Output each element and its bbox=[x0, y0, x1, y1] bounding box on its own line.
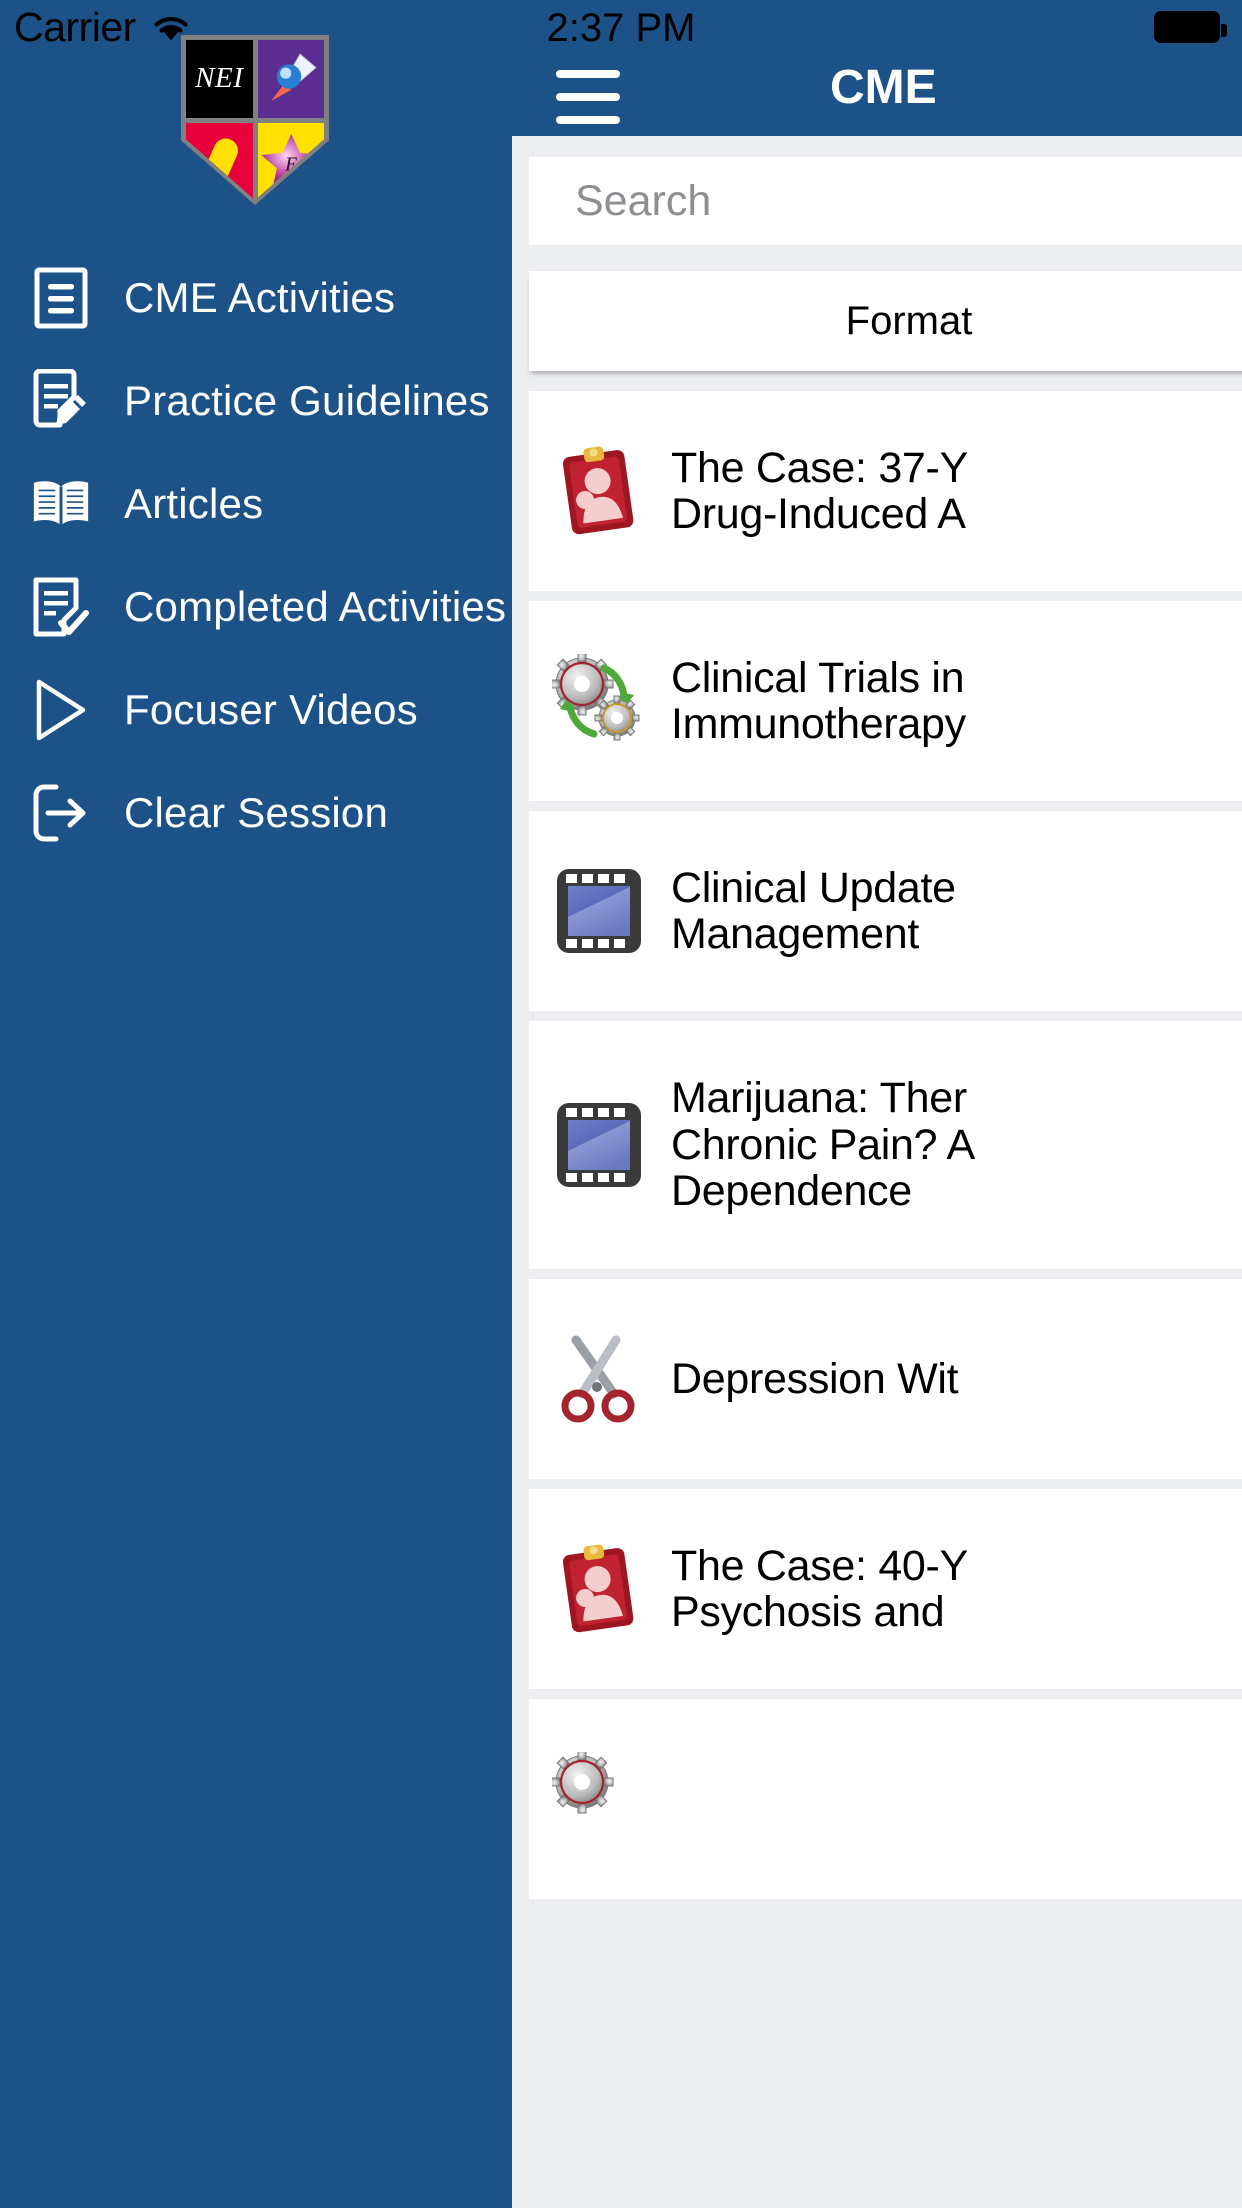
sidebar-item-label: Practice Guidelines bbox=[124, 376, 490, 424]
page-title: CME bbox=[830, 61, 937, 114]
play-triangle-icon bbox=[30, 679, 92, 741]
list-item-title: Depression Wit bbox=[671, 1354, 959, 1403]
list-item[interactable]: Clinical Update Management bbox=[529, 811, 1242, 1011]
hamburger-menu-icon[interactable] bbox=[556, 70, 620, 124]
search-bar[interactable]: Search bbox=[529, 157, 1242, 245]
star-icon: E bbox=[260, 133, 321, 188]
capsule-icon bbox=[202, 138, 238, 187]
document-pencil-icon bbox=[30, 368, 92, 432]
app-screen: Carrier 2:37 PM NEI E CME Activities Pra… bbox=[0, 0, 1242, 2208]
list-item-title: The Case: 40-Y Psychosis and bbox=[671, 1541, 968, 1636]
list-item[interactable]: Depression Wit bbox=[529, 1279, 1242, 1479]
sidebar-item-label: Completed Activities bbox=[124, 582, 507, 630]
tab-format-label: Format bbox=[845, 298, 973, 343]
sidebar-item-completed-activities[interactable]: Completed Activities bbox=[0, 555, 512, 658]
scissors-icon bbox=[551, 1331, 647, 1427]
sidebar-item-clear-session[interactable]: Clear Session bbox=[0, 761, 512, 864]
list-item[interactable] bbox=[529, 1699, 1242, 1899]
logo-quadrant-capsule bbox=[186, 122, 253, 200]
list-item-title: Clinical Update Management bbox=[671, 863, 956, 958]
document-check-icon bbox=[30, 576, 92, 638]
drawer-menu: CME Activities Practice Guidelines Artic… bbox=[0, 246, 512, 864]
document-lines-icon bbox=[30, 267, 92, 329]
sidebar-item-label: Articles bbox=[124, 479, 264, 527]
search-input[interactable]: Search bbox=[575, 177, 711, 226]
status-bar-time: 2:37 PM bbox=[546, 6, 696, 50]
film-strip-icon bbox=[551, 863, 647, 959]
sidebar-item-practice-guidelines[interactable]: Practice Guidelines bbox=[0, 349, 512, 452]
clipboard-patient-icon bbox=[551, 443, 647, 539]
sidebar-item-articles[interactable]: Articles bbox=[0, 452, 512, 555]
gears-icon bbox=[551, 653, 647, 749]
list-item[interactable]: The Case: 40-Y Psychosis and bbox=[529, 1489, 1242, 1689]
list-item-title: Marijuana: Ther Chronic Pain? A Dependen… bbox=[671, 1074, 975, 1216]
logo-quadrant-star: E bbox=[257, 122, 324, 200]
sidebar-item-label: Focuser Videos bbox=[124, 685, 418, 733]
list-item[interactable]: The Case: 37-Y Drug-Induced A bbox=[529, 391, 1242, 591]
gears-icon bbox=[551, 1751, 647, 1847]
content-panel: Search Format The Case: 37-Y Drug-Induce… bbox=[512, 136, 1242, 2208]
status-bar: Carrier 2:37 PM bbox=[0, 0, 1242, 56]
list-item[interactable]: Clinical Trials in Immunotherapy bbox=[529, 601, 1242, 801]
list-item-title: Clinical Trials in Immunotherapy bbox=[671, 653, 966, 748]
open-book-icon bbox=[30, 473, 92, 535]
side-drawer: NEI E CME Activities Practice Guidelines… bbox=[0, 0, 512, 2208]
sidebar-item-cme-activities[interactable]: CME Activities bbox=[0, 246, 512, 349]
sidebar-item-focuser-videos[interactable]: Focuser Videos bbox=[0, 658, 512, 761]
nav-bar: CME bbox=[512, 56, 1242, 141]
logo-nei-text: NEI bbox=[195, 62, 244, 95]
list-item-title: The Case: 37-Y Drug-Induced A bbox=[671, 443, 968, 538]
activities-list: The Case: 37-Y Drug-Induced A Clinical T… bbox=[529, 391, 1242, 1909]
battery-full-icon bbox=[1154, 11, 1227, 43]
logout-arrow-icon bbox=[30, 782, 92, 844]
segmented-control-format[interactable]: Format bbox=[529, 271, 1242, 371]
sidebar-item-label: Clear Session bbox=[124, 788, 389, 836]
sidebar-item-label: CME Activities bbox=[124, 273, 396, 321]
list-item[interactable]: Marijuana: Ther Chronic Pain? A Dependen… bbox=[529, 1021, 1242, 1269]
nei-shield-logo: NEI E bbox=[181, 35, 329, 205]
film-strip-icon bbox=[551, 1097, 647, 1193]
clipboard-patient-icon bbox=[551, 1541, 647, 1637]
